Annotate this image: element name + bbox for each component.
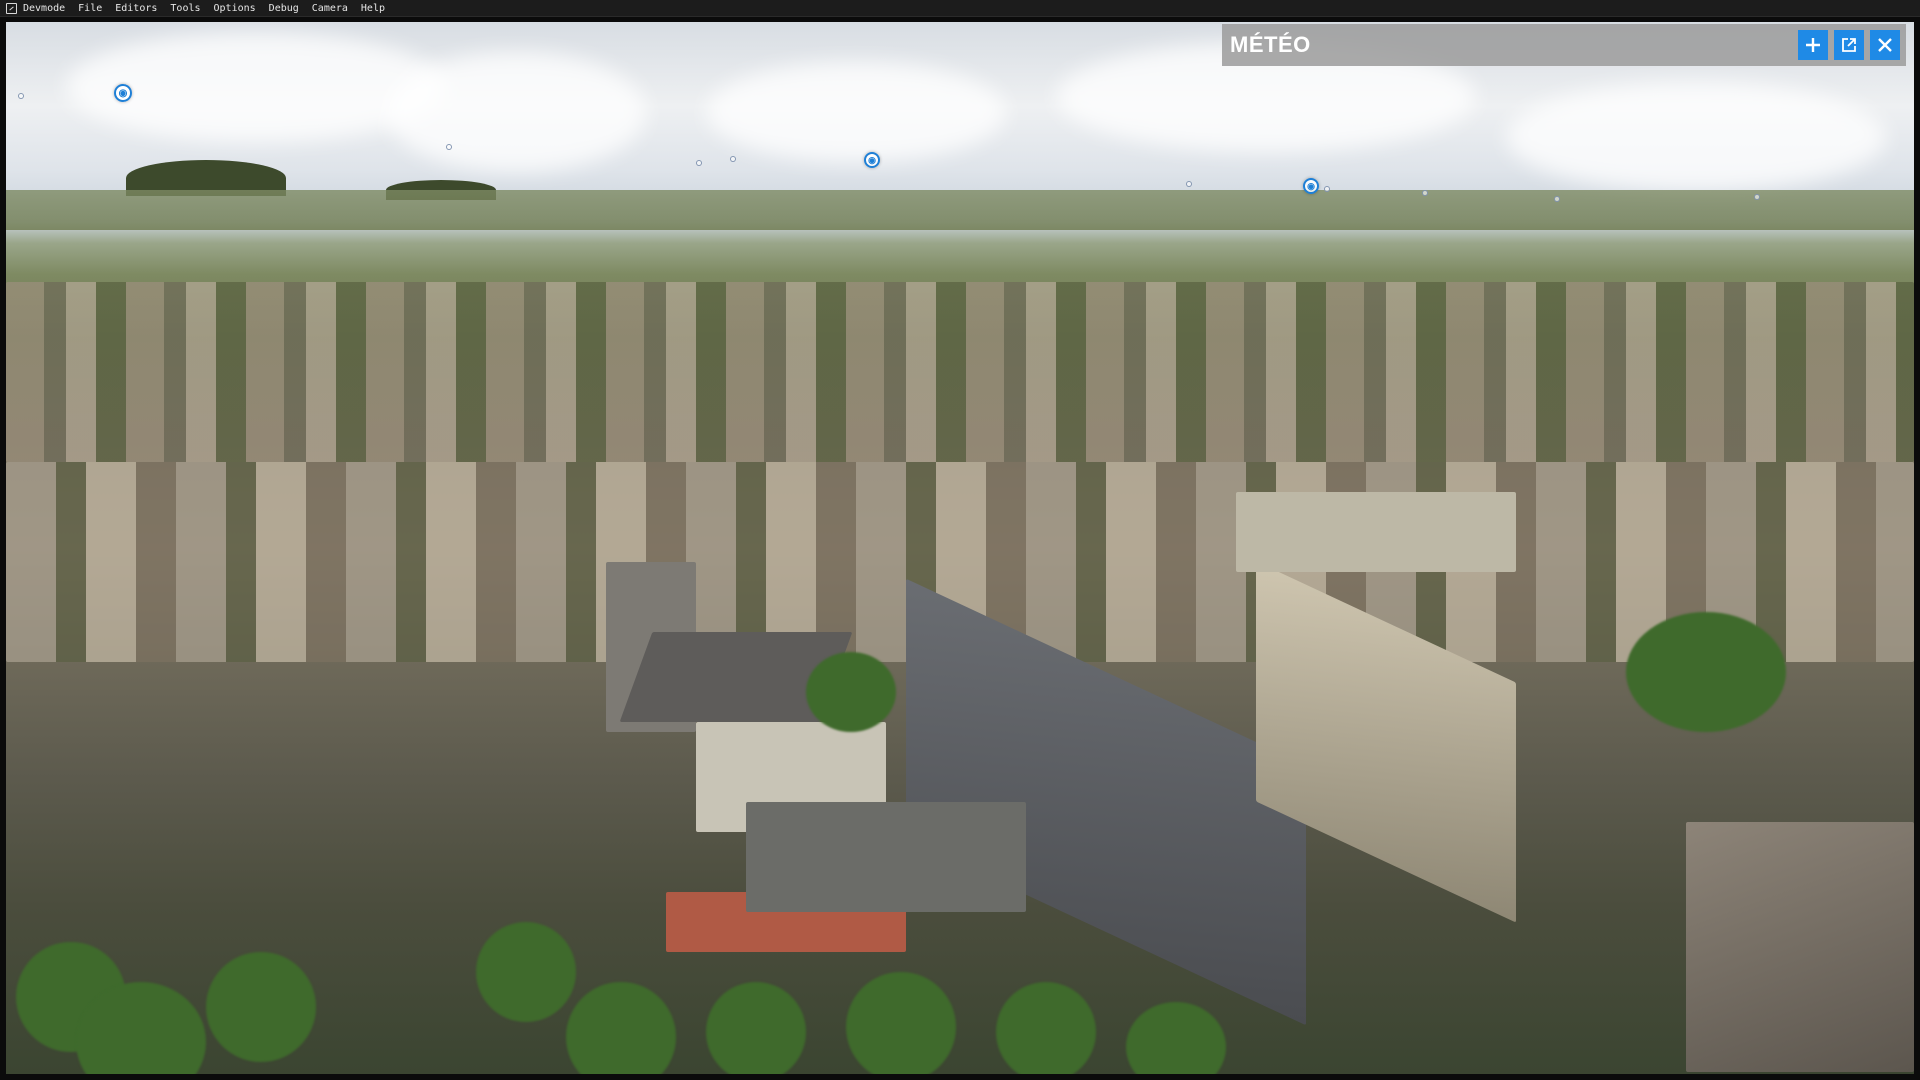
close-button[interactable] [1870,30,1900,60]
poi-dot-icon[interactable] [1554,196,1560,202]
menu-debug[interactable]: Debug [269,3,299,14]
menubar: Devmode File Editors Tools Options Debug… [0,0,1920,17]
tree [476,922,576,1022]
tree [846,972,956,1074]
menu-help[interactable]: Help [361,3,385,14]
cloud [386,52,646,172]
tree [566,982,676,1074]
map-pin-icon[interactable]: ◉ [1303,178,1319,194]
large-building [1236,492,1516,572]
poi-dot-icon[interactable] [1422,190,1428,196]
cloud [706,62,1006,162]
menu-options[interactable]: Options [214,3,256,14]
poi-dot-icon[interactable] [696,160,702,166]
poi-dot-icon[interactable] [18,93,24,99]
menu-camera[interactable]: Camera [312,3,348,14]
city-block [6,282,1914,462]
menu-tools[interactable]: Tools [170,3,200,14]
apartment-right [1686,822,1914,1072]
tree [206,952,316,1062]
poi-dot-icon[interactable] [1186,181,1192,187]
poi-dot-icon[interactable] [730,156,736,162]
panel-title: MÉTÉO [1230,32,1311,57]
tree [996,982,1096,1074]
map-pin-icon[interactable]: ◉ [864,152,880,168]
poi-dot-icon[interactable] [446,144,452,150]
menu-file[interactable]: File [78,3,102,14]
add-button[interactable] [1798,30,1828,60]
map-pin-icon[interactable]: ◉ [114,84,132,102]
weather-panel: MÉTÉO [1222,24,1906,66]
3d-viewport[interactable]: ◉ ◉ ◉ [6,22,1914,1074]
parking-lot [746,802,1026,912]
tree [1626,612,1786,732]
devmode-logo-icon[interactable] [6,2,17,14]
menu-editors[interactable]: Editors [115,3,157,14]
external-window-icon [1842,38,1856,52]
poi-dot-icon[interactable] [1754,194,1760,200]
cloud [1506,82,1886,192]
tree [1126,1002,1226,1074]
plus-icon [1806,38,1820,52]
tree [706,982,806,1074]
menu-devmode[interactable]: Devmode [23,3,65,14]
close-icon [1878,38,1892,52]
horizon-band [6,190,1914,230]
poi-dot-icon[interactable] [1324,186,1330,192]
undock-button[interactable] [1834,30,1864,60]
tree [806,652,896,732]
